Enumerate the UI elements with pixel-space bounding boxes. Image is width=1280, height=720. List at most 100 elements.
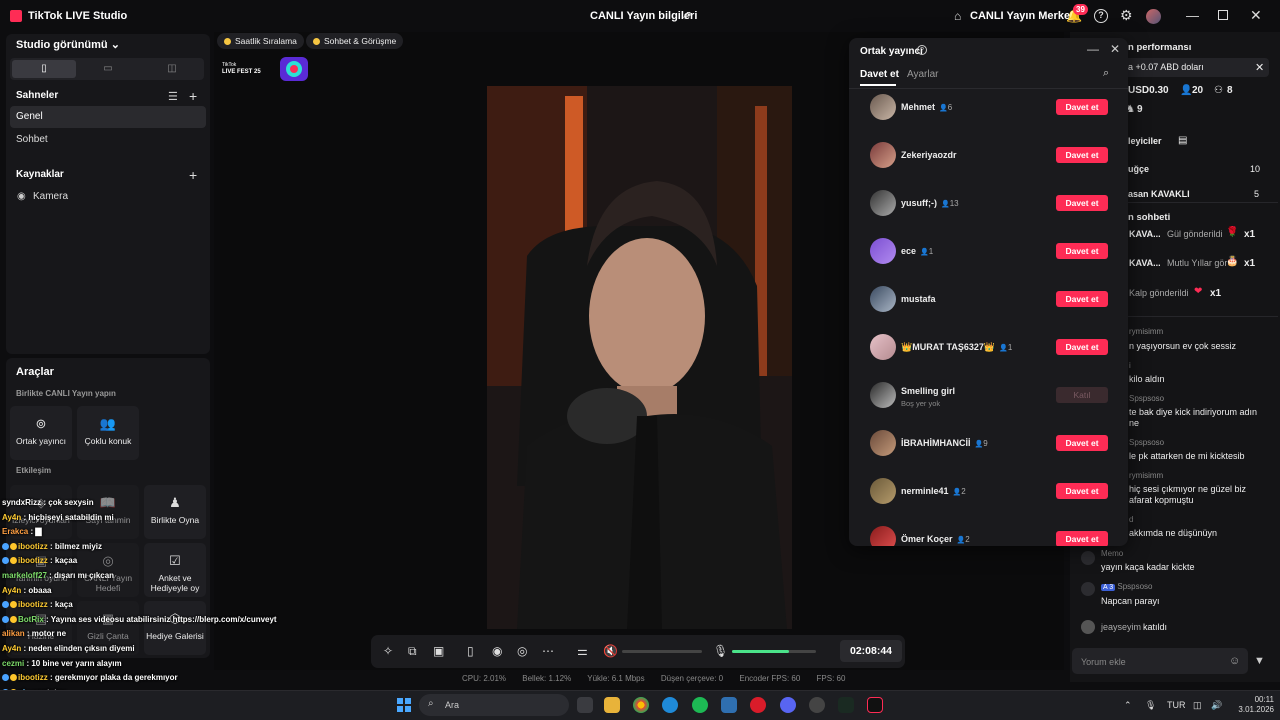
chat-title: n sohbeti <box>1128 212 1171 223</box>
microphone-icon[interactable]: 🎙 <box>713 644 728 658</box>
taskbar-clock[interactable]: 00:11 3.01.2026 <box>1234 695 1274 715</box>
microphone-icon[interactable]: 🎙 <box>1145 700 1156 711</box>
maximize-icon[interactable] <box>1218 10 1228 20</box>
network-icon[interactable]: ◫ <box>1193 700 1202 711</box>
tab-invite[interactable]: Davet et <box>860 69 899 80</box>
gear-icon[interactable]: ⚙ <box>1120 7 1133 24</box>
landscape-view-button[interactable]: ▭ <box>76 60 140 78</box>
minimize-icon[interactable]: — <box>1186 8 1199 23</box>
top-viewer-1-value: 10 <box>1250 164 1261 174</box>
host-name: ece 👤1 <box>901 246 933 256</box>
hourly-ranking-label: Saatlik Sıralama <box>235 36 297 46</box>
close-banner-icon[interactable]: ✕ <box>1255 61 1264 74</box>
discord-icon[interactable] <box>780 697 796 713</box>
language-indicator[interactable]: TUR <box>1167 700 1186 710</box>
phone-icon[interactable]: ▯ <box>467 644 474 658</box>
emoji-icon[interactable]: ☺ <box>1229 655 1240 667</box>
invite-button[interactable]: Davet et <box>1056 147 1108 163</box>
add-scene-icon[interactable]: + <box>189 89 197 103</box>
chat-overlay-line: Ay4n : obaaa <box>2 586 52 595</box>
app-root: TikTok LIVE Studio CANLI Yayın bilgileri… <box>0 0 1280 720</box>
tab-viewers[interactable]: leyiciler <box>1128 136 1162 146</box>
speaker-muted-icon[interactable]: 🔇 <box>603 644 618 658</box>
tiktok-studio-icon[interactable] <box>867 697 883 713</box>
cohost-tool-button[interactable]: ⊚ Ortak yayıncı <box>10 406 72 460</box>
chevron-up-icon[interactable]: ⌃ <box>1124 700 1132 711</box>
avatar[interactable] <box>1146 9 1161 24</box>
invite-button[interactable]: Davet et <box>1056 339 1108 355</box>
help-icon[interactable]: ? <box>1094 9 1108 23</box>
close-icon[interactable]: ✕ <box>1110 42 1120 56</box>
dual-view-button[interactable]: ◫ <box>140 60 204 78</box>
host-name-text: mustafa <box>901 294 936 304</box>
app-icon[interactable] <box>721 697 737 713</box>
host-name: 👑MURAT TAŞ6327👑 👤1 <box>901 342 1012 353</box>
chrome-icon[interactable] <box>633 697 649 713</box>
camera-feed-image <box>487 86 792 629</box>
taskbar-search[interactable] <box>419 694 569 716</box>
badge-icon <box>10 557 17 565</box>
search-icon[interactable]: ⌕ <box>1103 67 1109 80</box>
camera-effect-icon[interactable]: ◎ <box>517 644 527 658</box>
add-source-icon[interactable]: + <box>189 168 197 182</box>
msg-4-text: le pk attarken de mi kicktesib <box>1129 451 1245 461</box>
windows-start-icon[interactable] <box>397 698 411 712</box>
avatar <box>870 286 896 312</box>
layout-icon[interactable]: ▣ <box>433 644 444 658</box>
app-icon[interactable] <box>809 697 825 713</box>
share-icon[interactable]: ⇗ <box>682 9 694 21</box>
source-item-camera[interactable]: Kamera <box>33 191 68 202</box>
avatar <box>870 238 896 264</box>
host-row: Mehmet 👤6 Davet et <box>849 93 1128 141</box>
multi-guest-tool-label: Çoklu konuk <box>84 436 132 446</box>
multi-guest-tool-button[interactable]: 👥 Çoklu konuk <box>77 406 139 460</box>
terminal-icon[interactable] <box>838 697 854 713</box>
chat-username: ibootizz <box>18 673 48 683</box>
chat-meet-pill[interactable]: Sohbet & Görüşme <box>306 33 404 49</box>
filter-icon[interactable]: ▼ <box>1254 655 1265 667</box>
invite-button[interactable]: Davet et <box>1056 291 1108 307</box>
host-count: 👤1 <box>999 343 1012 352</box>
scene-item-sohbet[interactable]: Sohbet <box>10 129 206 151</box>
volume-slider[interactable] <box>622 650 702 653</box>
record-icon[interactable]: ◉ <box>492 644 502 658</box>
more-icon[interactable]: ⋯ <box>542 644 554 658</box>
host-count: 👤9 <box>975 439 988 448</box>
join-button[interactable]: Katıl <box>1056 387 1108 403</box>
tab-settings[interactable]: Ayarlar <box>907 69 939 80</box>
badge-icon <box>10 615 17 623</box>
scene-item-genel[interactable]: Genel <box>10 106 206 128</box>
invite-button[interactable]: Davet et <box>1056 435 1108 451</box>
host-name-text: Zekeriyaozdr <box>901 150 957 160</box>
file-explorer-icon[interactable] <box>604 697 620 713</box>
gift-row-3-text: Kalp gönderildi <box>1129 288 1189 298</box>
clipboard-icon[interactable]: ▤ <box>1178 135 1187 146</box>
close-icon[interactable]: ✕ <box>1250 7 1262 24</box>
list-icon[interactable]: ☰ <box>168 90 178 103</box>
portrait-view-button[interactable]: ▯ <box>12 60 76 78</box>
volume-icon[interactable]: 🔊 <box>1211 700 1222 711</box>
invite-button[interactable]: Davet et <box>1056 99 1108 115</box>
viewers-count: 20 <box>1192 85 1204 96</box>
mic-level-meter[interactable] <box>732 650 816 653</box>
invite-button[interactable]: Davet et <box>1056 243 1108 259</box>
home-icon[interactable]: ⌂ <box>954 9 961 23</box>
opera-icon[interactable] <box>750 697 766 713</box>
invite-button[interactable]: Davet et <box>1056 531 1108 546</box>
host-count: 👤2 <box>957 535 970 544</box>
task-view-icon[interactable] <box>577 697 593 713</box>
minimize-icon[interactable]: — <box>1087 42 1099 56</box>
spotify-icon[interactable] <box>692 697 708 713</box>
host-name: nerminle41 👤2 <box>901 486 966 496</box>
help-icon[interactable]: ? <box>917 45 927 55</box>
effects-icon[interactable]: ⧉ <box>408 644 417 659</box>
magic-wand-icon[interactable]: ✧ <box>383 644 393 658</box>
live-center-link[interactable]: CANLI Yayın Merkezi <box>970 10 1079 22</box>
invite-button[interactable]: Davet et <box>1056 483 1108 499</box>
edge-icon[interactable] <box>662 697 678 713</box>
studio-view-dropdown[interactable]: Studio görünümü ⌄ <box>16 38 120 51</box>
msg-8-text: Napcan parayı <box>1101 596 1160 606</box>
invite-button[interactable]: Davet et <box>1056 195 1108 211</box>
hourly-ranking-pill[interactable]: Saatlik Sıralama <box>217 33 304 49</box>
mixer-icon[interactable]: ⚌ <box>577 644 588 658</box>
